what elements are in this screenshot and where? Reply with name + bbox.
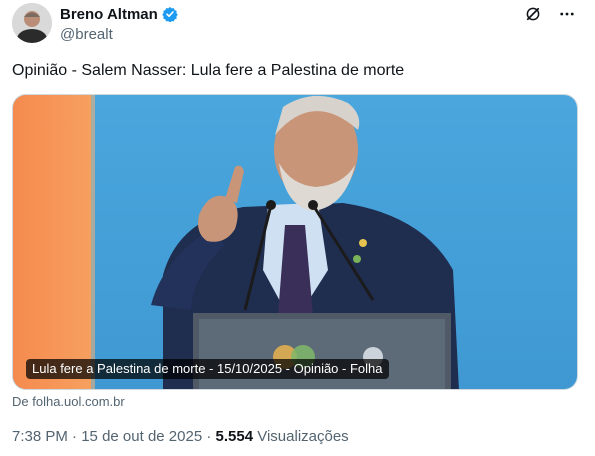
card-caption: Lula fere a Palestina de morte - 15/10/2… — [26, 359, 389, 379]
meta-separator: · — [67, 428, 82, 445]
views-count: 5.554 — [215, 428, 254, 445]
tweet-actions-top — [523, 4, 577, 24]
tweet-date[interactable]: 15 de out de 2025 — [81, 428, 202, 445]
verified-badge-icon — [162, 6, 178, 23]
card-source-link[interactable]: De folha.uol.com.br — [12, 394, 125, 409]
grok-icon[interactable] — [523, 4, 543, 24]
author-name[interactable]: Breno Altman — [60, 6, 158, 23]
tweet-text: Opinião - Salem Nasser: Lula fere a Pale… — [12, 62, 405, 79]
more-icon[interactable] — [557, 4, 577, 24]
tweet-meta: 7:38 PM · 15 de out de 2025 · 5.554 Visu… — [12, 428, 349, 445]
author-block: Breno Altman @brealt — [60, 4, 178, 43]
author-handle[interactable]: @brealt — [60, 26, 178, 43]
card-image — [13, 95, 577, 389]
avatar[interactable] — [12, 3, 52, 43]
link-card[interactable]: Lula fere a Palestina de morte - 15/10/2… — [12, 94, 578, 390]
tweet-time[interactable]: 7:38 PM — [12, 428, 68, 445]
meta-separator: · — [202, 428, 216, 445]
views-label: Visualizações — [253, 428, 349, 445]
